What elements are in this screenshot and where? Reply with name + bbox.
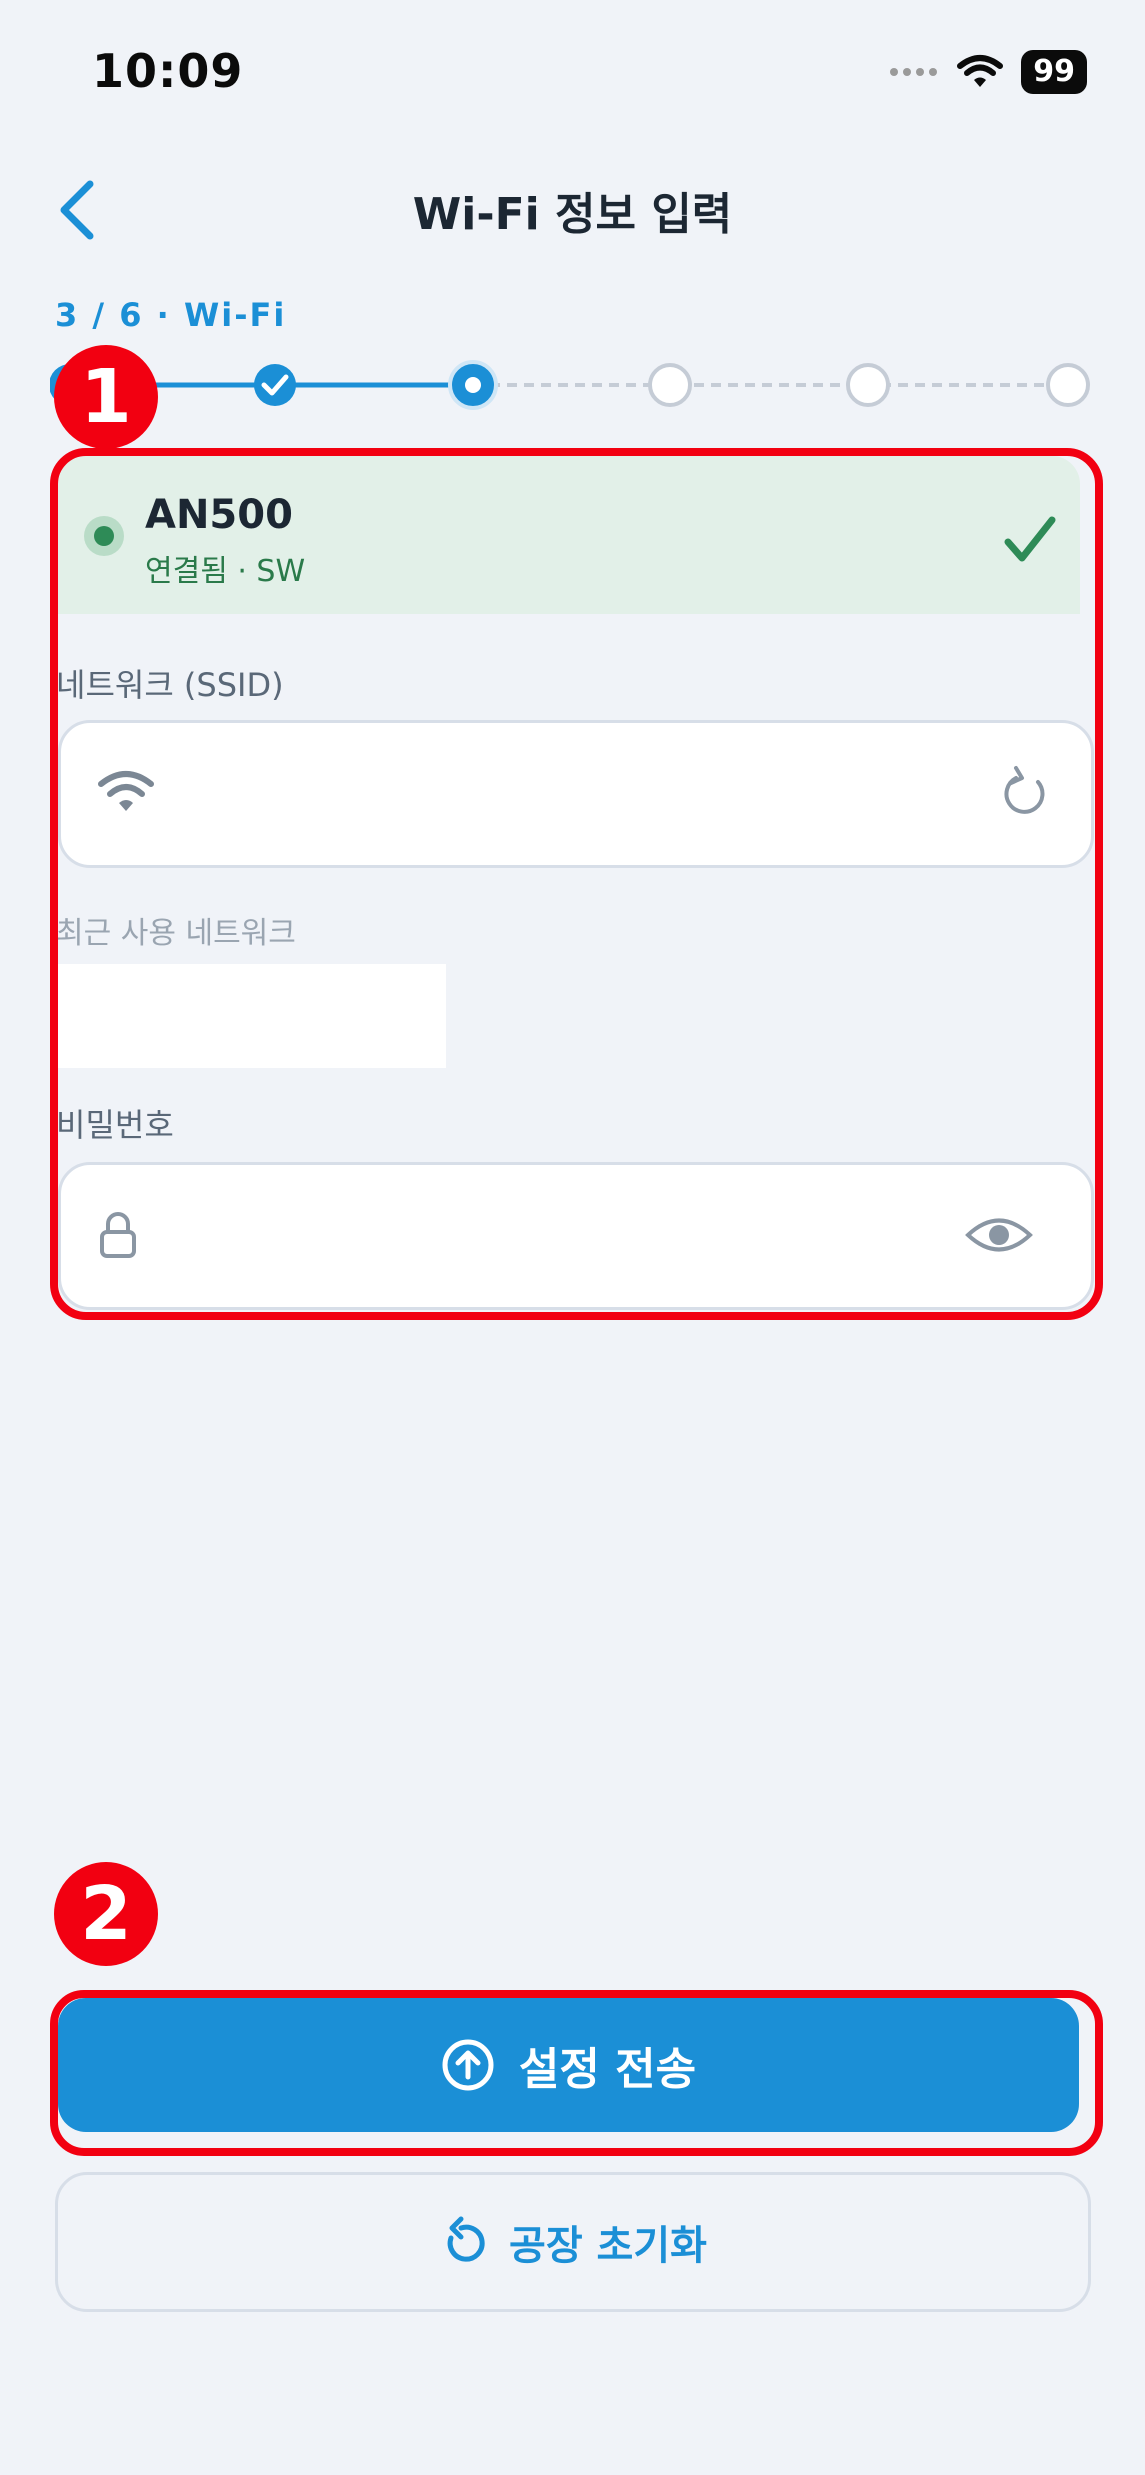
- step-2-dot: [254, 364, 296, 406]
- status-icons: 99: [889, 50, 1087, 94]
- factory-reset-label: 공장 초기화: [509, 2223, 707, 2269]
- battery-indicator: 99: [1021, 50, 1087, 94]
- factory-reset-button[interactable]: 공장 초기화: [55, 2172, 1091, 2312]
- step-6-dot: [1046, 363, 1090, 407]
- reset-arrow-icon: [447, 2216, 485, 2262]
- step-indicator-label: 3 / 6 · Wi-Fi: [55, 296, 287, 334]
- signal-dots-icon: [890, 68, 938, 76]
- annotation-badge-1: 1: [54, 345, 158, 449]
- step-5-dot: [846, 363, 890, 407]
- annotation-frame-2: [50, 1990, 1103, 2156]
- step-4-dot: [648, 363, 692, 407]
- progress-stepper: [50, 360, 1090, 410]
- status-time: 10:09: [92, 44, 244, 98]
- page-title: Wi-Fi 정보 입력: [412, 189, 733, 240]
- annotation-frame-1: [50, 448, 1103, 1320]
- wifi-status-icon: [957, 55, 1004, 87]
- annotation-badge-2: 2: [54, 1862, 158, 1966]
